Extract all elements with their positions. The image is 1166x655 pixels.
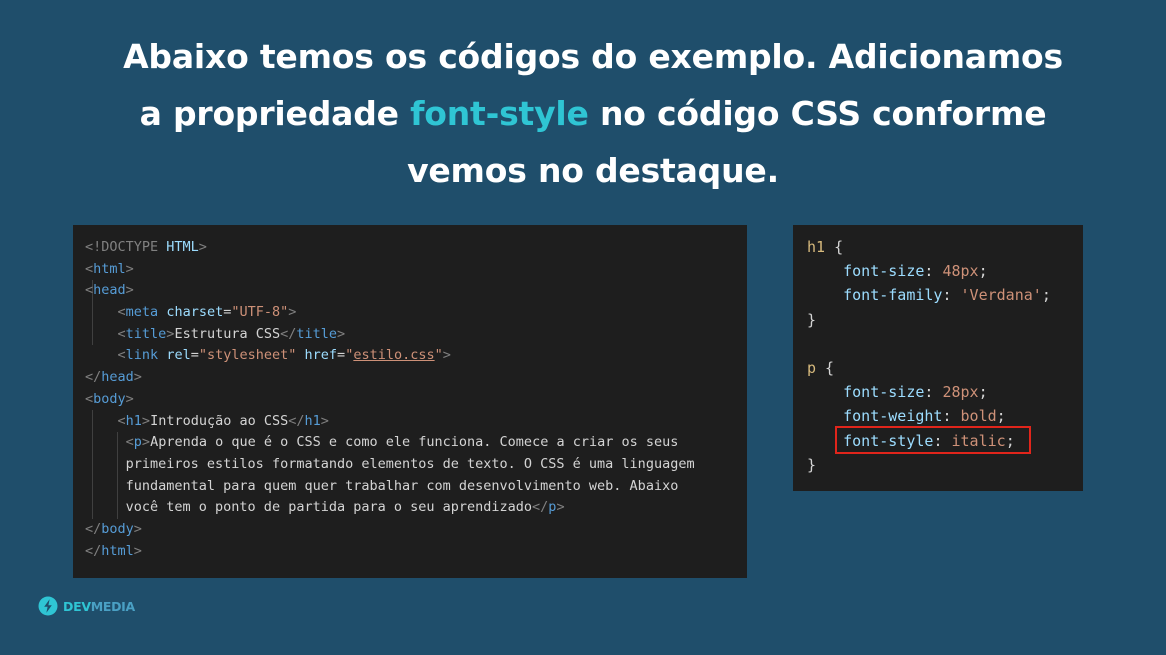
- code-line: }: [807, 310, 817, 329]
- headline-highlight: font-style: [410, 94, 589, 133]
- html-code-panel: <!DOCTYPE HTML> <html> <head> <meta char…: [73, 225, 747, 578]
- code-line: primeiros estilos formatando elementos d…: [125, 455, 695, 472]
- css-code-panel: h1 { font-size: 48px; font-family: 'Verd…: [793, 225, 1083, 491]
- highlight-box: [835, 426, 1031, 454]
- code-line: font-size: 48px;: [843, 262, 988, 281]
- code-line: </body>: [85, 520, 142, 537]
- code-line: <html>: [85, 260, 134, 277]
- headline-line-3: vemos no destaque.: [407, 151, 779, 190]
- devmedia-logo-icon: [38, 596, 58, 616]
- headline: Abaixo temos os códigos do exemplo. Adic…: [40, 28, 1146, 199]
- href-link-text: estilo.css: [353, 347, 435, 364]
- code-line: <h1>Introdução ao CSS</h1>: [117, 412, 329, 429]
- code-line: h1 {: [807, 238, 844, 256]
- code-line: font-size: 28px;: [843, 383, 988, 402]
- code-line: <body>: [85, 390, 134, 407]
- headline-line-1: Abaixo temos os códigos do exemplo. Adic…: [123, 37, 1063, 76]
- code-line: <title>Estrutura CSS</title>: [117, 325, 346, 342]
- code-line: você tem o ponto de partida para o seu a…: [125, 499, 565, 516]
- code-line: <p>Aprenda o que é o CSS e como ele func…: [125, 434, 679, 451]
- headline-line-2: a propriedade font-style no código CSS c…: [139, 94, 1047, 133]
- devmedia-logo-text: DEVMEDIA: [63, 598, 135, 614]
- code-line: <!DOCTYPE HTML>: [85, 239, 207, 255]
- code-line: <meta charset="UTF-8">: [117, 304, 297, 321]
- code-line: font-weight: bold;: [843, 407, 1006, 426]
- code-line: p {: [807, 358, 835, 377]
- code-line: <link rel="stylesheet" href="estilo.css"…: [117, 347, 451, 364]
- code-line: </html>: [85, 542, 142, 559]
- code-line: font-family: 'Verdana';: [843, 286, 1051, 305]
- code-line: }: [807, 455, 817, 474]
- code-line: </head>: [85, 369, 142, 386]
- devmedia-logo: DEVMEDIA: [38, 596, 135, 616]
- code-line: <head>: [85, 282, 134, 299]
- code-line: fundamental para quem quer trabalhar com…: [125, 477, 679, 494]
